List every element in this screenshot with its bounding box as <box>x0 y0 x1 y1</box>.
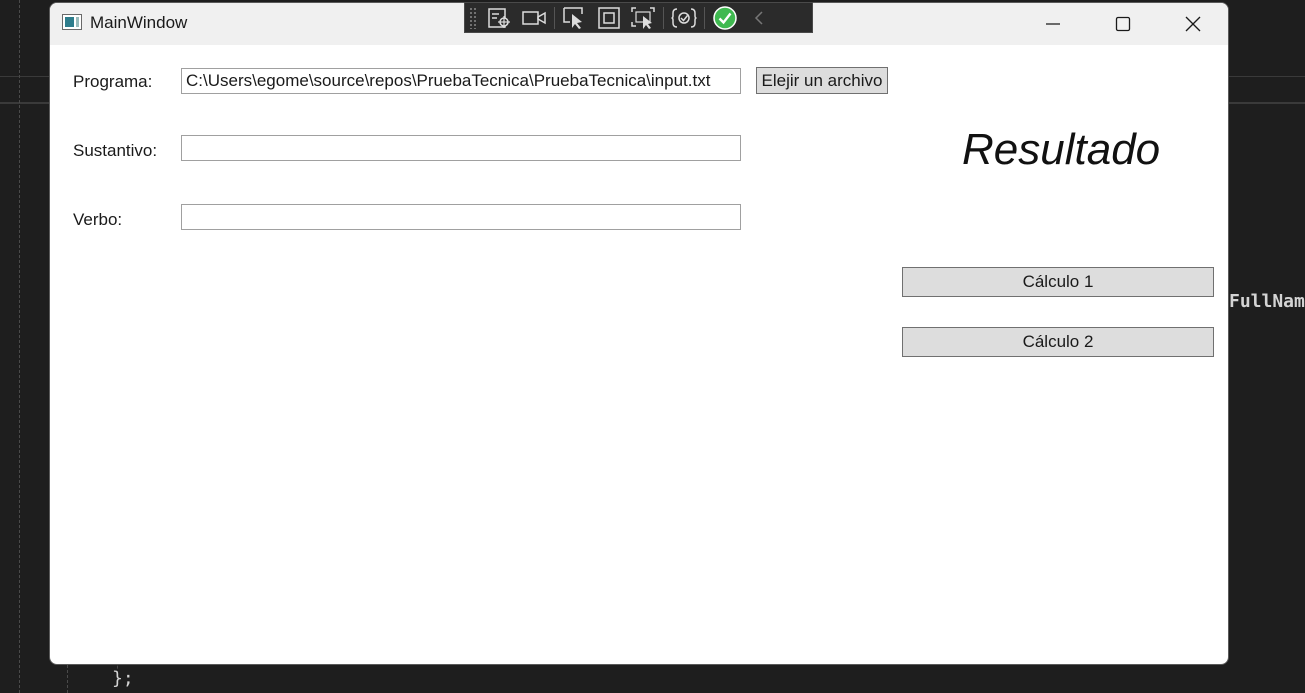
programa-label: Programa: <box>73 72 153 91</box>
display-layout-button[interactable] <box>592 5 626 31</box>
maximize-icon <box>1115 16 1131 32</box>
verbo-input[interactable] <box>181 204 741 230</box>
close-icon <box>1185 16 1201 32</box>
record-icon <box>522 10 546 25</box>
track-focus-button[interactable] <box>626 5 660 31</box>
background-indent-guide <box>19 0 20 693</box>
verbo-label: Verbo: <box>73 210 123 229</box>
main-window: MainWindow Programa: C:\Users\egome\sour… <box>49 2 1229 665</box>
binding-check-icon <box>713 5 737 30</box>
track-focus-icon <box>631 6 655 29</box>
minimize-button[interactable] <box>1018 3 1088 45</box>
display-layout-icon <box>598 6 620 29</box>
result-heading: Resultado <box>962 125 1161 174</box>
binding-check-button[interactable] <box>708 5 742 31</box>
programa-input[interactable]: C:\Users\egome\source\repos\PruebaTecnic… <box>181 68 741 94</box>
debug-toolbar <box>464 2 813 33</box>
app-icon <box>62 14 82 30</box>
select-element-button[interactable] <box>558 5 592 31</box>
sustantivo-input[interactable] <box>181 135 741 161</box>
calculo-1-button[interactable]: Cálculo 1 <box>902 267 1214 297</box>
live-visual-tree-button[interactable] <box>483 5 517 31</box>
select-element-icon <box>563 6 583 29</box>
background-code-text: }; <box>112 668 134 689</box>
choose-file-button[interactable]: Elejir un archivo <box>756 67 888 94</box>
collapse-icon <box>754 10 763 25</box>
live-visual-tree-icon <box>488 7 510 28</box>
window-title: MainWindow <box>90 13 188 32</box>
sustantivo-label: Sustantivo: <box>73 141 158 160</box>
collapse-toolbar-button[interactable] <box>742 5 776 31</box>
record-button[interactable] <box>517 5 551 31</box>
background-code-text: FullNam <box>1229 291 1305 312</box>
hot-reload-button[interactable] <box>667 5 701 31</box>
maximize-button[interactable] <box>1088 3 1158 45</box>
minimize-icon <box>1046 23 1060 25</box>
close-button[interactable] <box>1158 3 1228 45</box>
hot-reload-icon <box>671 7 697 28</box>
toolbar-grip[interactable] <box>469 6 477 29</box>
calculo-2-button[interactable]: Cálculo 2 <box>902 327 1214 357</box>
